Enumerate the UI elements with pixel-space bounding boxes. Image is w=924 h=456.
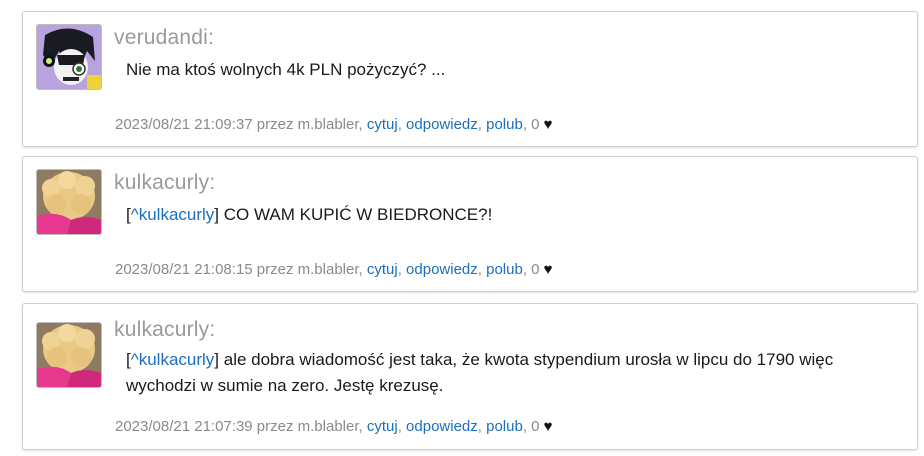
avatar[interactable]	[36, 169, 102, 235]
quote-link[interactable]: cytuj	[367, 116, 398, 133]
avatar[interactable]	[36, 322, 102, 388]
post-meta: 2023/08/21 21:09:37 przez m.blabler, cyt…	[115, 116, 553, 133]
post-timestamp: 2023/08/21 21:08:15 przez m.blabler,	[115, 261, 363, 278]
quoted-user-link[interactable]: ^kulkacurly	[131, 205, 215, 224]
quote-link[interactable]: cytuj	[367, 261, 398, 278]
post-item: kulkacurly: [^kulkacurly] CO WAM KUPIĆ W…	[22, 156, 918, 292]
post-content: [^kulkacurly] CO WAM KUPIĆ W BIEDRONCE?!	[126, 202, 877, 228]
post-meta: 2023/08/21 21:08:15 przez m.blabler, cyt…	[115, 261, 553, 278]
anime-character-avatar-icon	[37, 25, 101, 89]
post-text: ] ale dobra wiadomość jest taka, że kwot…	[126, 350, 834, 395]
reply-link[interactable]: odpowiedz	[406, 116, 478, 133]
post-timestamp: 2023/08/21 21:09:37 przez m.blabler,	[115, 116, 363, 133]
likes-count: , 0	[522, 418, 540, 435]
reply-link[interactable]: odpowiedz	[406, 261, 478, 278]
quoted-user-link[interactable]: ^kulkacurly	[131, 350, 215, 369]
likes-count: , 0	[522, 116, 540, 133]
post-author[interactable]: verudandi:	[114, 26, 214, 50]
heart-icon: ♥	[543, 418, 553, 435]
post-meta: 2023/08/21 21:07:39 przez m.blabler, cyt…	[115, 418, 553, 435]
likes-count: , 0	[522, 261, 540, 278]
curly-hair-avatar-icon	[37, 323, 101, 387]
post-item: verudandi: Nie ma ktoś wolnych 4k PLN po…	[22, 11, 918, 147]
avatar[interactable]	[36, 24, 102, 90]
curly-hair-avatar-icon	[37, 170, 101, 234]
post-content: Nie ma ktoś wolnych 4k PLN pożyczyć? ...	[126, 60, 446, 79]
post-author[interactable]: kulkacurly:	[114, 171, 215, 195]
post-timestamp: 2023/08/21 21:07:39 przez m.blabler,	[115, 418, 363, 435]
like-link[interactable]: polub	[486, 116, 523, 133]
like-link[interactable]: polub	[486, 261, 523, 278]
post-text: ] CO WAM KUPIĆ W BIEDRONCE?!	[214, 205, 493, 224]
heart-icon: ♥	[543, 261, 553, 278]
like-link[interactable]: polub	[486, 418, 523, 435]
reply-link[interactable]: odpowiedz	[406, 418, 478, 435]
quote-link[interactable]: cytuj	[367, 418, 398, 435]
post-content: [^kulkacurly] ale dobra wiadomość jest t…	[126, 347, 877, 399]
heart-icon: ♥	[543, 116, 553, 133]
post-author[interactable]: kulkacurly:	[114, 318, 215, 342]
post-item: kulkacurly: [^kulkacurly] ale dobra wiad…	[22, 303, 918, 450]
